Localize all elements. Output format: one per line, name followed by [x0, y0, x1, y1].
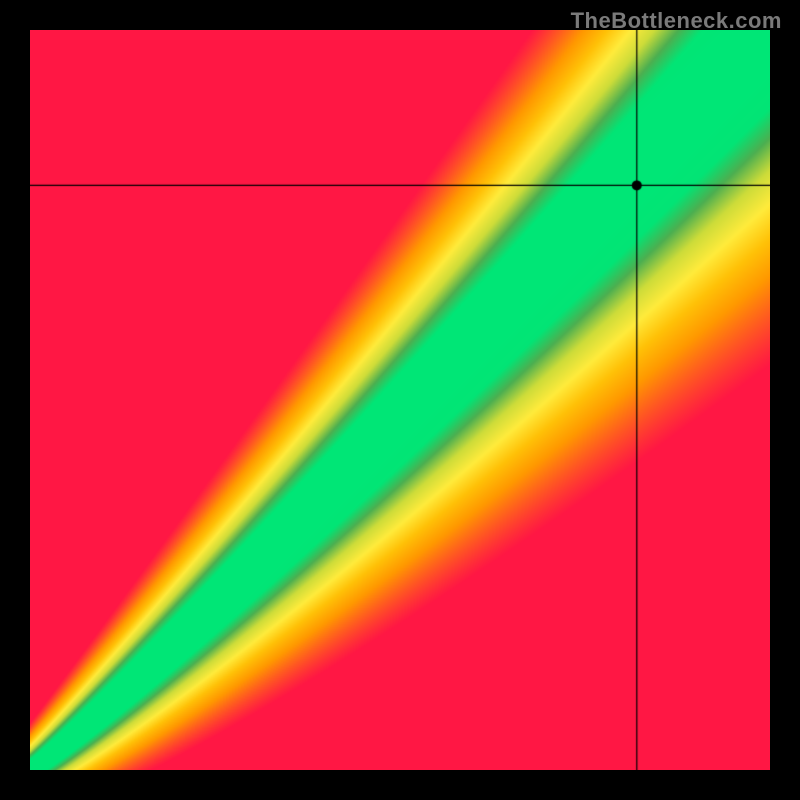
heatmap-plot [30, 30, 770, 770]
watermark-text: TheBottleneck.com [571, 8, 782, 34]
chart-container: TheBottleneck.com [0, 0, 800, 800]
heatmap-canvas [30, 30, 770, 770]
